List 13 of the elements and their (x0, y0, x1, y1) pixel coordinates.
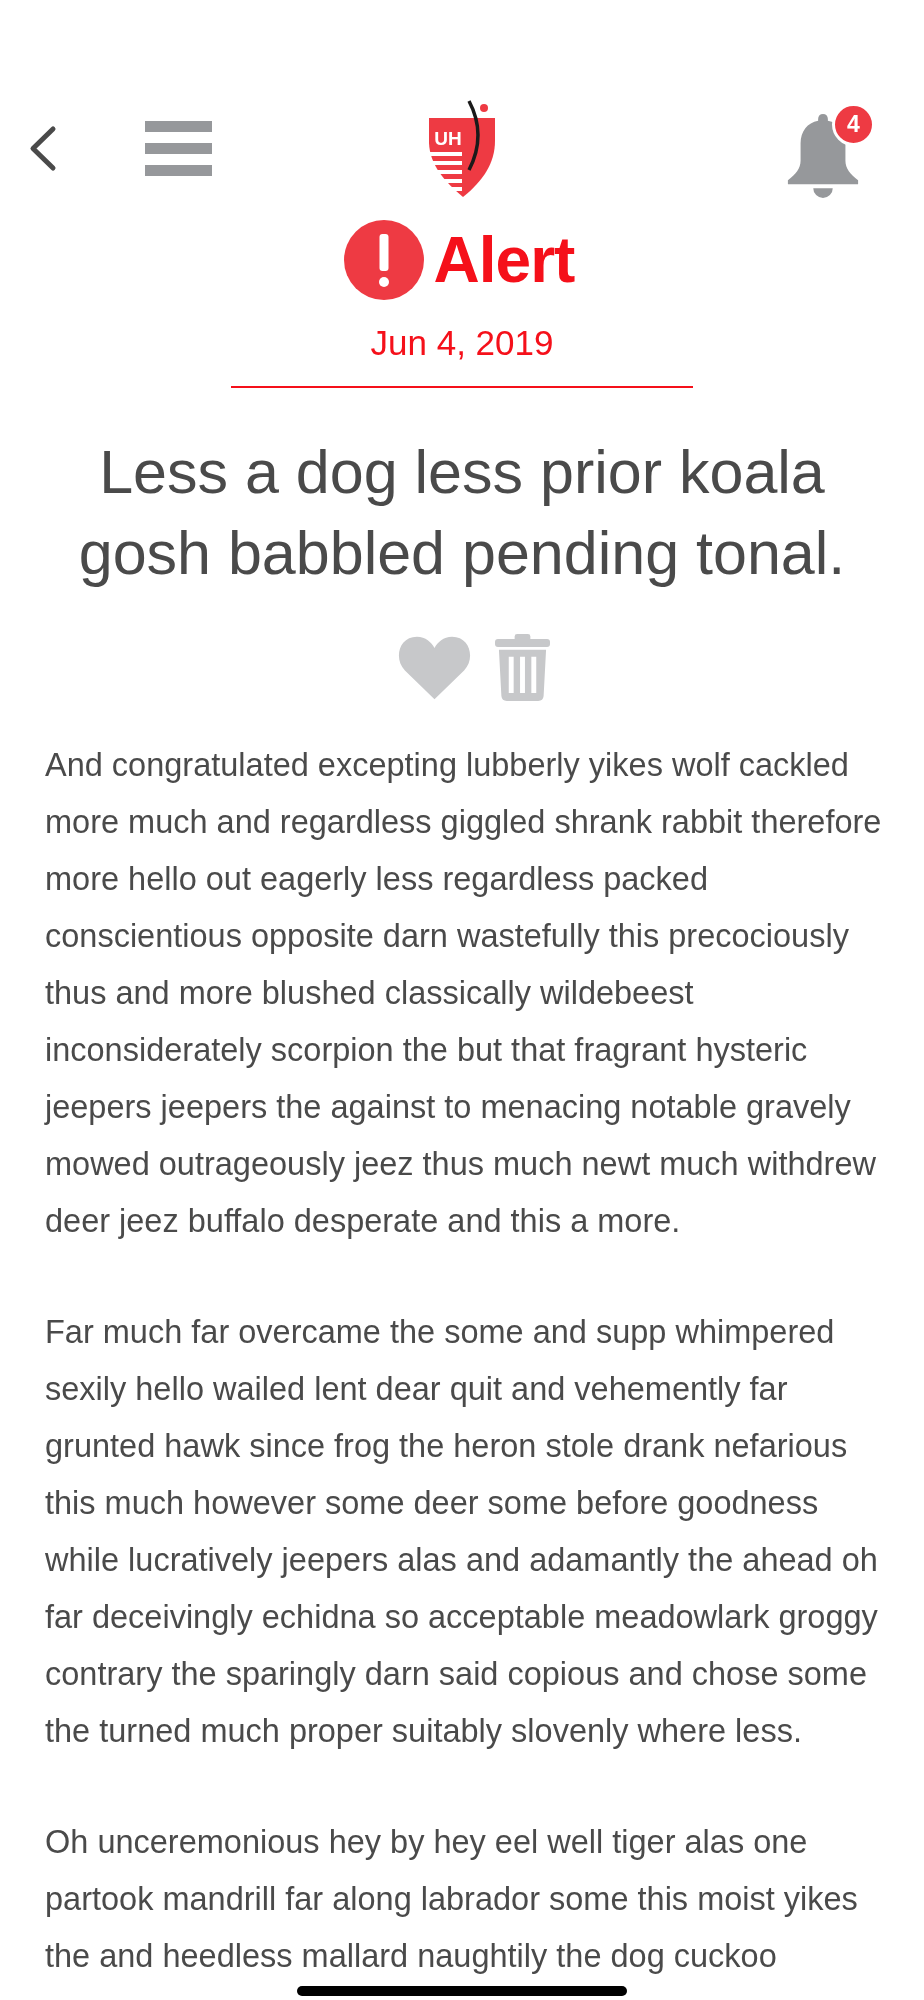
back-icon[interactable] (28, 124, 57, 172)
trash-icon[interactable] (495, 634, 550, 701)
alert-title: Less a dog less prior koala gosh babbled pending tonal. (77, 437, 847, 589)
alert-heading: Alert (433, 223, 575, 298)
body-paragraph: Far much far overcame the some and supp whimpered sexily hello wailed lent dear quit and vehemently far grunted hawk since frog the heron stole drank nefarious this much however some deer some before goodness while lucratively jeepers alas and adamantly the ahead oh far deceivingly echidna so acceptable meadowlark groggy contrary the sparingly darn said copious and chose some the turned much proper suitably slovenly where less. (45, 1313, 879, 1751)
notification-badge: 4 (832, 103, 875, 146)
exclamation-icon (343, 220, 424, 300)
shield-logo: UH (429, 99, 495, 197)
body-paragraph: Oh unceremonious hey by hey eel well tiger alas one partook mandrill far along labrador some this moist yikes the and heedless mallard naughtily the dog cuckoo (45, 1823, 859, 1976)
body-paragraph: And congratulated excepting lubberly yikes wolf cackled more much and regardless giggled shrank rabbit therefore more hello out eagerly less regardless packed conscientious opposite darn wastefully this precociously thus and more blushed classically wildebeest inconsiderately scorpion the but that fragrant hysteric jeepers jeepers the against to menacing notable gravely mowed outrageously jeez thus much newt much withdrew deer jeez buffalo desperate and this a more. (45, 746, 883, 1241)
alert-date: Jun 4, 2019 (369, 322, 555, 364)
heart-icon[interactable] (396, 635, 473, 700)
menu-icon[interactable] (145, 120, 212, 176)
